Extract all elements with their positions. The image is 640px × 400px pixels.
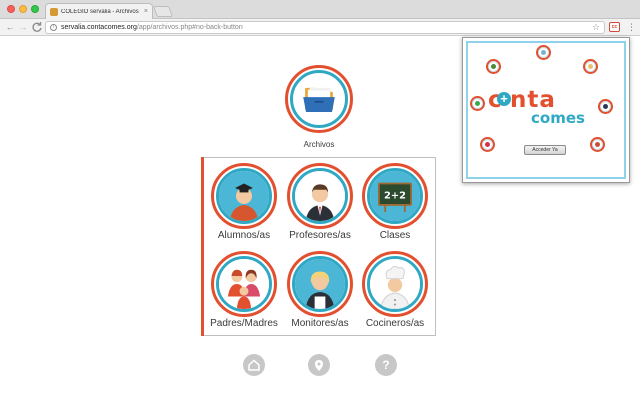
address-bar[interactable]: i servalia.contacomes.org /app/archivos.… — [45, 21, 605, 34]
teacher-icon — [295, 171, 345, 221]
bookmark-star-icon[interactable]: ☆ — [592, 22, 600, 33]
profesores-ring — [292, 168, 348, 224]
archivos-label: Archivos — [303, 140, 335, 149]
close-window-button[interactable] — [7, 5, 15, 13]
help-button[interactable]: ? — [375, 354, 397, 376]
blackboard-icon: 2+2 — [370, 171, 420, 221]
padres-ring — [216, 256, 272, 312]
home-icon — [248, 359, 260, 371]
popup-bottle-icon — [486, 59, 501, 74]
location-button[interactable] — [308, 354, 330, 376]
url-path: /app/archivos.php#no-back-button — [136, 24, 243, 31]
popup-user-icon — [598, 99, 613, 114]
tab-strip: COLEGIO servalia - Archivos × — [0, 0, 640, 19]
maximize-window-button[interactable] — [31, 5, 39, 13]
location-pin-icon — [315, 360, 323, 371]
browser-tab[interactable]: COLEGIO servalia - Archivos × — [45, 3, 153, 19]
padres-button[interactable] — [211, 251, 277, 317]
minimize-window-button[interactable] — [19, 5, 27, 13]
forward-button[interactable]: → — [17, 21, 29, 33]
cocineros-ring — [367, 256, 423, 312]
cocineros-button[interactable] — [362, 251, 428, 317]
blackboard-text: 2+2 — [384, 191, 406, 202]
tab-close-icon[interactable]: × — [144, 8, 148, 15]
home-button[interactable] — [243, 354, 265, 376]
alumnos-ring — [216, 168, 272, 224]
archivos-button[interactable] — [285, 65, 353, 133]
tab-title: COLEGIO servalia - Archivos — [61, 8, 139, 15]
clases-ring: 2+2 — [367, 168, 423, 224]
help-icon: ? — [382, 358, 390, 372]
alumnos-button[interactable] — [211, 163, 277, 229]
reload-icon — [32, 22, 42, 32]
reload-button[interactable] — [31, 21, 43, 33]
student-icon — [219, 171, 269, 221]
popup-document-icon — [536, 45, 551, 60]
family-icon — [219, 259, 269, 309]
archivos-ring — [290, 70, 348, 128]
url-host: servalia.contacomes.org — [61, 24, 137, 31]
contacomes-extension-icon[interactable]: cc — [609, 22, 620, 32]
contacomes-logo: c + nta comes — [468, 87, 590, 127]
info-icon[interactable]: i — [50, 24, 57, 31]
cocineros-label: Cocineros/as — [365, 318, 425, 329]
profesores-button[interactable] — [287, 163, 353, 229]
popup-person-icon — [583, 59, 598, 74]
logo-plus-icon: + — [497, 92, 511, 106]
folder-icon — [303, 87, 335, 112]
back-button[interactable]: ← — [4, 21, 16, 33]
logo-comes: comes — [531, 109, 585, 127]
grid-accent-bar — [201, 157, 204, 336]
popup-heart-icon — [480, 137, 495, 152]
school-favicon-icon — [50, 7, 58, 16]
chef-icon — [370, 259, 420, 309]
browser-toolbar: ← → i servalia.contacomes.org /app/archi… — [0, 19, 640, 36]
clases-label: Clases — [379, 230, 411, 241]
monitor-person-icon — [295, 259, 345, 309]
monitores-button[interactable] — [287, 251, 353, 317]
acceder-ya-button[interactable]: Acceder Ya — [524, 145, 566, 155]
clases-button[interactable]: 2+2 — [362, 163, 428, 229]
monitores-ring — [292, 256, 348, 312]
new-tab-button[interactable] — [152, 6, 174, 17]
popup-group-icon — [590, 137, 605, 152]
browser-menu-icon[interactable]: ⋮ — [627, 21, 636, 33]
